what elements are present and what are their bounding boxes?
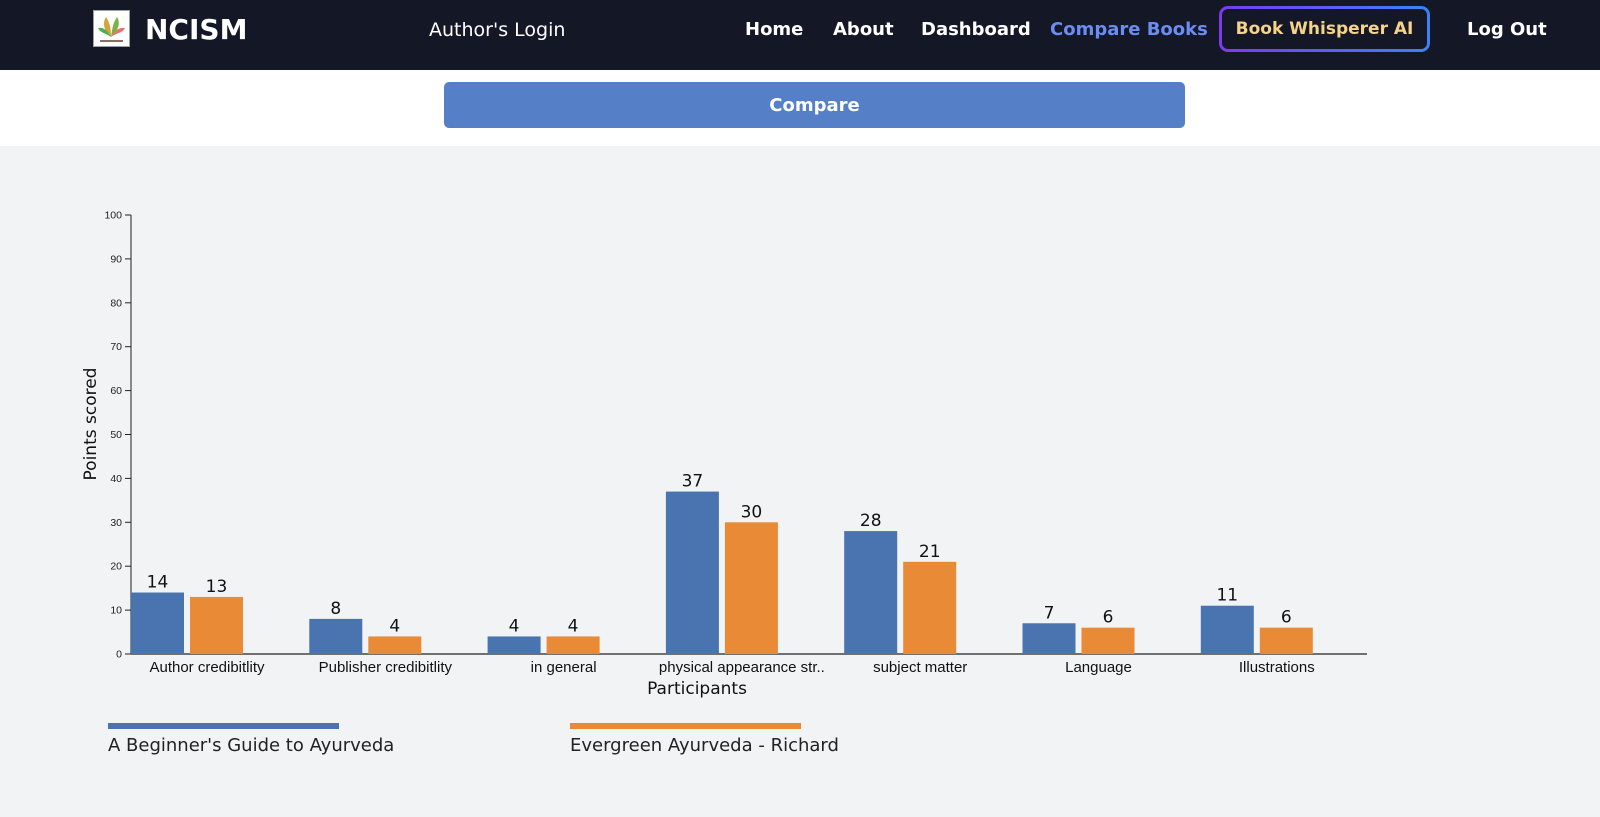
x-category-label: Language [1065, 659, 1132, 676]
y-axis-title: Points scored [81, 368, 101, 481]
bar-value-label: 13 [206, 577, 228, 597]
nav-dashboard-link[interactable]: Dashboard [921, 19, 1031, 40]
nav-compare-books-link[interactable]: Compare Books [1050, 19, 1208, 40]
compare-button[interactable]: Compare [444, 82, 1185, 128]
bar-series-b [903, 561, 957, 654]
y-tick-label: 20 [110, 561, 122, 573]
legend-label-series-b: Evergreen Ayurveda - Richard [570, 735, 839, 756]
bar-value-label: 4 [509, 616, 520, 636]
y-tick-label: 50 [110, 429, 122, 441]
bar-value-label: 4 [389, 616, 400, 636]
bar-series-a [131, 592, 184, 654]
book-whisperer-ai-label: Book Whisperer AI [1222, 9, 1427, 49]
bar-series-a [1022, 623, 1076, 654]
y-tick-label: 10 [110, 605, 122, 617]
x-category-label: physical appearance str.. [659, 659, 825, 676]
x-category-label: Publisher credibitlity [319, 659, 453, 676]
bar-series-a [844, 531, 898, 654]
y-tick-label: 90 [110, 253, 122, 265]
bar-series-b [368, 636, 422, 654]
bar-series-a [1200, 605, 1254, 654]
bar-value-label: 30 [741, 502, 763, 522]
bar-value-label: 14 [147, 573, 169, 593]
x-category-label: Author credibitlity [149, 659, 265, 676]
logout-link[interactable]: Log Out [1467, 19, 1547, 40]
y-tick-label: 100 [104, 210, 122, 222]
nav-home-link[interactable]: Home [745, 19, 803, 40]
bar-series-b [190, 596, 243, 654]
legend-swatch-series-a [108, 723, 339, 729]
bar-value-label: 21 [919, 542, 941, 562]
bar-value-label: 11 [1216, 586, 1238, 606]
bar-series-b [724, 522, 778, 654]
legend-label-series-a: A Beginner's Guide to Ayurveda [108, 735, 395, 756]
x-axis-title: Participants [647, 679, 747, 699]
bar-series-a [309, 618, 363, 654]
x-category-label: subject matter [873, 659, 967, 676]
bar-value-label: 4 [568, 616, 579, 636]
bar-value-label: 37 [682, 472, 704, 492]
legend-swatch-series-b [570, 723, 801, 729]
y-tick-label: 70 [110, 341, 122, 353]
bar-value-label: 6 [1281, 608, 1292, 628]
bar-series-b [546, 636, 600, 654]
bar-series-a [487, 636, 541, 654]
bar-series-b [1259, 627, 1313, 654]
nav-about-link[interactable]: About [833, 19, 894, 40]
bar-value-label: 8 [330, 599, 341, 619]
bar-series-a [665, 491, 719, 654]
x-category-label: Illustrations [1239, 659, 1315, 676]
compare-section: Compare [0, 70, 1600, 146]
y-tick-label: 60 [110, 385, 122, 397]
bar-series-b [1081, 627, 1135, 654]
bar-value-label: 6 [1103, 608, 1114, 628]
top-navbar: NCISM Author's Login Home About Dashboar… [0, 0, 1600, 70]
book-whisperer-ai-button[interactable]: Book Whisperer AI [1219, 6, 1430, 52]
y-tick-label: 0 [116, 649, 122, 661]
author-login-link[interactable]: Author's Login [429, 19, 565, 41]
bar-value-label: 28 [860, 511, 882, 531]
brand-title[interactable]: NCISM [145, 13, 247, 46]
ncism-logo-icon[interactable] [93, 10, 130, 47]
y-tick-label: 30 [110, 517, 122, 529]
y-tick-label: 80 [110, 297, 122, 309]
bar-value-label: 7 [1044, 603, 1055, 623]
x-category-label: in general [531, 659, 597, 676]
y-tick-label: 40 [110, 473, 122, 485]
bar-chart: 0 10 20 30 40 50 60 70 80 90 100 14 13 Author credibi… [81, 210, 1367, 699]
